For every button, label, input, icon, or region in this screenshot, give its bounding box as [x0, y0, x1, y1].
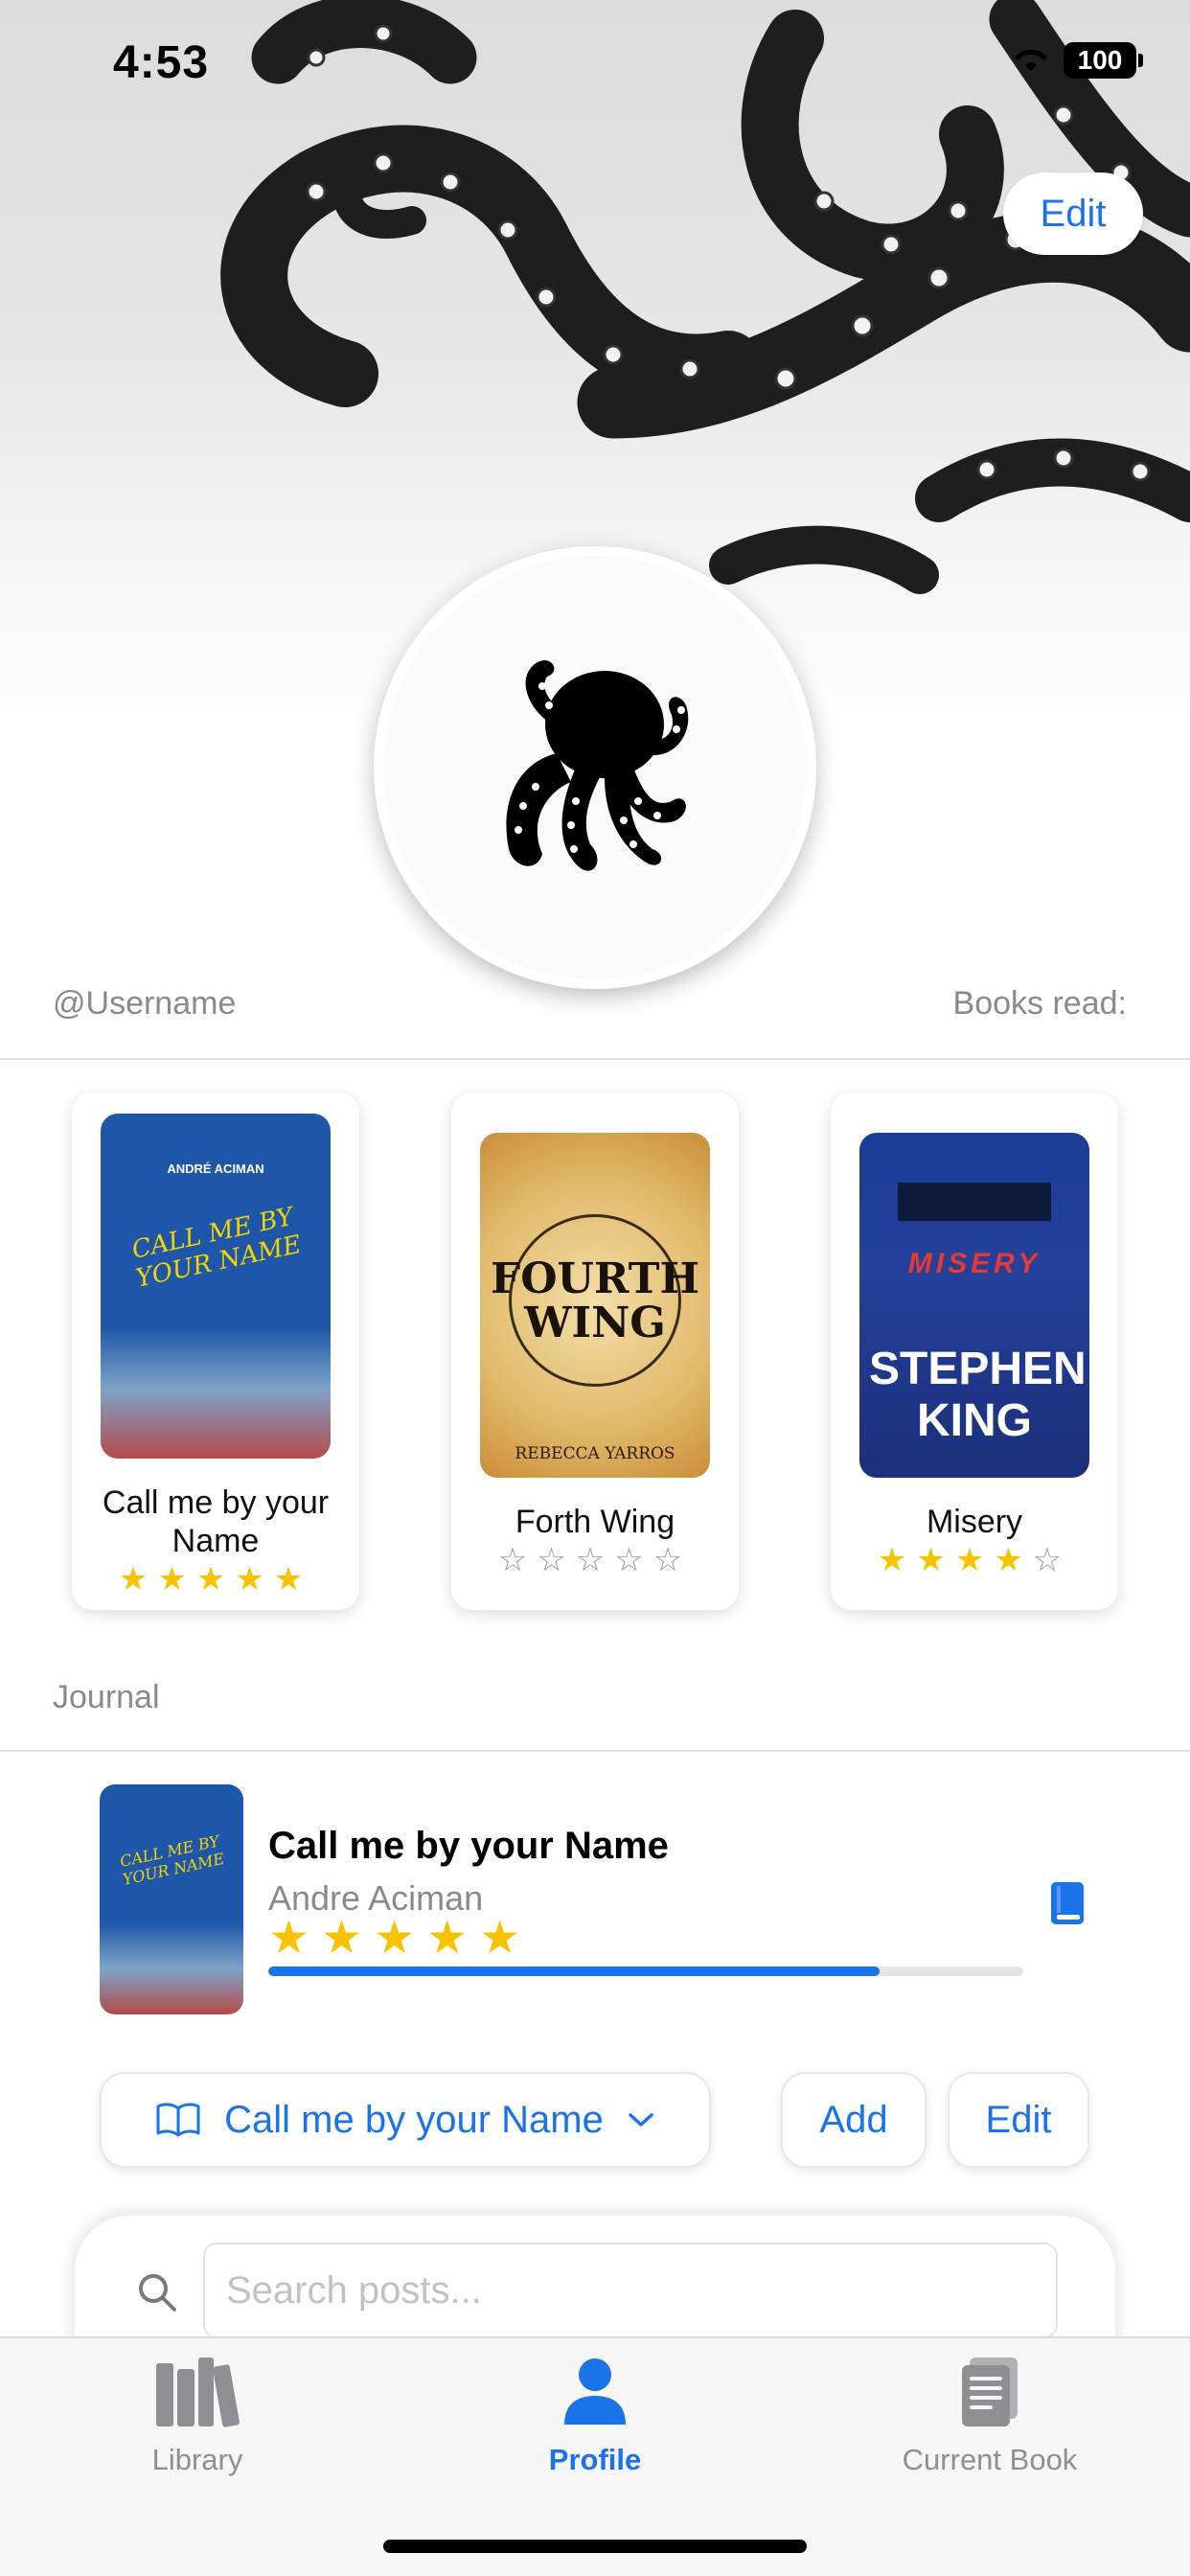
search-posts-input[interactable] [203, 2242, 1058, 2338]
book-rating-stars: ☆☆☆☆☆ [497, 1542, 693, 1578]
tab-current-book[interactable]: Current Book [846, 2356, 1133, 2477]
cover-author-text: REBECCA YARROS [515, 1444, 675, 1463]
octopus-icon [506, 659, 689, 871]
reading-progress-fill [268, 1966, 881, 1976]
journal-section-label: Journal [53, 1679, 160, 1715]
tab-profile[interactable]: Profile [451, 2356, 739, 2477]
document-stack-icon [962, 2358, 1018, 2426]
journal-rating-stars: ★★★★★ [268, 1913, 533, 1964]
book-cover: FOURTH WING REBECCA YARROS [480, 1133, 710, 1478]
journal-book-cover: CALL ME BY YOUR NAME [100, 1784, 243, 2014]
book-title: Misery [926, 1504, 1023, 1540]
cover-author-text: ANDRÉ ACIMAN [167, 1162, 264, 1176]
book-rating-stars: ★★★★★ [118, 1561, 313, 1598]
cover-title-text: CALL ME BY YOUR NAME [129, 1202, 305, 1294]
add-post-button[interactable]: Add [781, 2072, 927, 2168]
cover-author-text: STEPHEN KING [869, 1344, 1087, 1446]
edit-header-button[interactable]: Edit [1003, 172, 1143, 255]
section-divider [0, 1058, 1190, 1060]
edit-journal-button[interactable]: Edit [948, 2072, 1089, 2168]
book-card[interactable]: MISERY STEPHEN KING Misery ★★★★☆ [831, 1092, 1118, 1610]
book-picker-dropdown[interactable]: Call me by your Name [100, 2072, 711, 2168]
book-card[interactable]: ANDRÉ ACIMAN CALL ME BY YOUR NAME Call m… [72, 1092, 359, 1610]
tab-library-label: Library [151, 2443, 243, 2476]
book-title: Call me by your Name [102, 1484, 330, 1559]
book-title: Forth Wing [515, 1504, 675, 1540]
cover-title-text: CALL ME BY YOUR NAME [118, 1831, 226, 1889]
cover-title-text: MISERY [907, 1248, 1041, 1279]
tab-profile-label: Profile [548, 2443, 642, 2476]
search-icon [136, 2271, 178, 2318]
book-cover: MISERY STEPHEN KING [859, 1133, 1089, 1478]
section-divider [0, 1750, 1190, 1752]
book-card[interactable]: FOURTH WING REBECCA YARROS Forth Wing ☆☆… [451, 1092, 739, 1610]
books-read-label: Books read: [952, 985, 1127, 1022]
journal-book-title: Call me by your Name [268, 1825, 669, 1867]
profile-username: @Username [53, 985, 237, 1022]
cover-title-text: FOURTH WING [490, 1254, 700, 1347]
chevron-down-icon [629, 2113, 653, 2127]
profile-avatar[interactable] [374, 546, 816, 989]
status-indicators: 100 [1012, 42, 1143, 79]
battery-indicator: 100 [1064, 42, 1143, 79]
reading-progress-bar [268, 1966, 1023, 1976]
status-time: 4:53 [113, 37, 210, 88]
open-book-icon [156, 2103, 200, 2137]
book-cover: ANDRÉ ACIMAN CALL ME BY YOUR NAME [101, 1114, 331, 1459]
person-icon [564, 2358, 626, 2425]
tab-current-book-label: Current Book [902, 2443, 1078, 2476]
wifi-icon [1015, 49, 1047, 71]
open-book-button[interactable] [1049, 1880, 1086, 1931]
books-icon [156, 2358, 240, 2427]
book-icon [1051, 1882, 1084, 1924]
tab-library[interactable]: Library [54, 2356, 341, 2477]
home-indicator[interactable] [383, 2540, 807, 2553]
book-picker-label: Call me by your Name [224, 2098, 604, 2141]
book-rating-stars: ★★★★☆ [877, 1542, 1072, 1578]
